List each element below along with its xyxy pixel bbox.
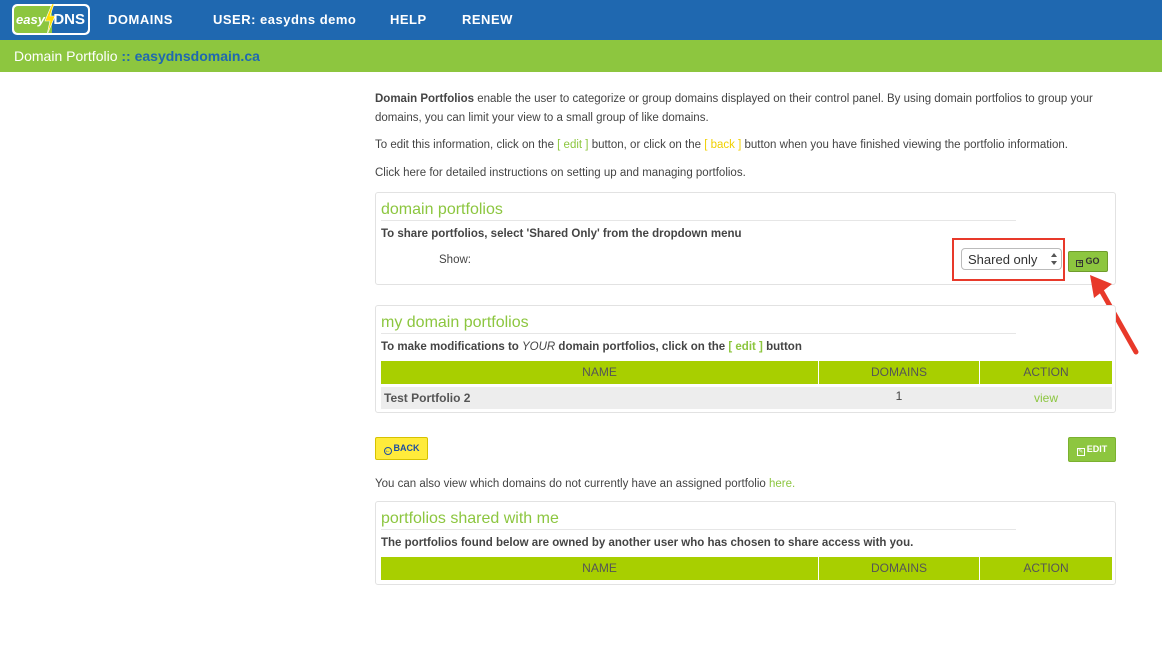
panel-divider: [381, 333, 1016, 334]
panel-divider: [381, 220, 1016, 221]
shared-portfolios-desc: The portfolios found below are owned by …: [381, 537, 914, 549]
edit-instr-c: button when you have finished viewing th…: [741, 139, 1068, 151]
edit-instr-back: [ back ]: [704, 139, 742, 151]
easydns-logo[interactable]: easy DNS: [12, 4, 90, 35]
shared-portfolios-panel: portfolios shared with me The portfolios…: [375, 501, 1116, 585]
breadcrumb: Domain Portfolio :: easydnsdomain.ca: [14, 40, 260, 72]
edit-button[interactable]: ✎ EDIT: [1068, 437, 1116, 462]
my-portfolios-table-header: NAME DOMAINS ACTION: [381, 361, 1112, 384]
show-label: Show:: [439, 254, 471, 266]
desc-c: button: [762, 341, 802, 353]
unassigned-text: You can also view which domains do not c…: [375, 478, 770, 490]
top-nav: easy DNS DOMAINS USER: easydns demo HELP…: [0, 0, 1162, 40]
desc-a: To make modifications to: [381, 341, 522, 353]
edit-instr-b: button, or click on the: [588, 139, 705, 151]
table-row: Test Portfolio 2 1 view: [381, 387, 1112, 409]
edit-instructions: To edit this information, click on the […: [375, 136, 1115, 155]
intro-bold: Domain Portfolios: [375, 93, 475, 105]
domain-portfolios-title: domain portfolios: [381, 201, 503, 218]
back-button[interactable]: ← BACK: [375, 437, 428, 460]
col-domains-header: DOMAINS: [870, 365, 927, 379]
go-label: GO: [1085, 256, 1100, 266]
intro-text: enable the user to categorize or group d…: [375, 93, 1093, 124]
panel-divider: [381, 529, 1016, 530]
col-action-header: ACTION: [1023, 561, 1069, 575]
shared-portfolios-title: portfolios shared with me: [381, 510, 559, 527]
portfolio-name: Test Portfolio 2: [384, 391, 471, 405]
back-label: BACK: [393, 443, 420, 453]
edit-instr-edit: [ edit ]: [557, 139, 589, 151]
desc-b: domain portfolios, click on the: [555, 341, 729, 353]
my-portfolios-panel: my domain portfolios To make modificatio…: [375, 305, 1116, 413]
unassigned-link[interactable]: here.: [769, 478, 795, 490]
view-link[interactable]: view: [980, 387, 1112, 409]
lightning-bolt-icon: [44, 4, 56, 35]
highlight-box: [952, 238, 1065, 281]
col-domains-header: DOMAINS: [870, 561, 927, 575]
breadcrumb-bar: Domain Portfolio :: easydnsdomain.ca: [0, 40, 1162, 72]
go-button[interactable]: + GO: [1068, 251, 1108, 272]
breadcrumb-separator: ::: [117, 48, 135, 64]
edit-label: EDIT: [1086, 444, 1108, 454]
share-instructions: To share portfolios, select 'Shared Only…: [381, 228, 742, 240]
portfolio-domain-count: 1: [895, 389, 903, 403]
col-name-header: NAME: [582, 365, 617, 379]
unassigned-note: You can also view which domains do not c…: [375, 475, 1115, 494]
breadcrumb-label: Domain Portfolio: [14, 48, 118, 64]
logo-dns-text: DNS: [52, 6, 88, 33]
shared-portfolios-table-header: NAME DOMAINS ACTION: [381, 557, 1112, 580]
instructions-link[interactable]: Click here for detailed instructions on …: [375, 164, 1115, 183]
my-portfolios-desc: To make modifications to YOUR domain por…: [381, 341, 802, 353]
col-action-header: ACTION: [1023, 365, 1069, 379]
nav-domains[interactable]: DOMAINS: [108, 0, 173, 40]
nav-renew[interactable]: RENEW: [462, 0, 513, 40]
nav-help[interactable]: HELP: [390, 0, 427, 40]
breadcrumb-domain[interactable]: easydnsdomain.ca: [135, 48, 260, 64]
back-icon: ←: [383, 447, 392, 455]
col-name-header: NAME: [582, 561, 617, 575]
intro-paragraph: Domain Portfolios enable the user to cat…: [375, 90, 1115, 128]
nav-user[interactable]: USER: easydns demo: [213, 0, 356, 40]
edit-icon: ✎: [1076, 448, 1085, 456]
desc-your: YOUR: [522, 341, 556, 353]
go-icon: +: [1076, 260, 1084, 267]
desc-edit: [ edit ]: [728, 341, 763, 353]
my-portfolios-title: my domain portfolios: [381, 314, 529, 331]
edit-instr-a: To edit this information, click on the: [375, 139, 558, 151]
